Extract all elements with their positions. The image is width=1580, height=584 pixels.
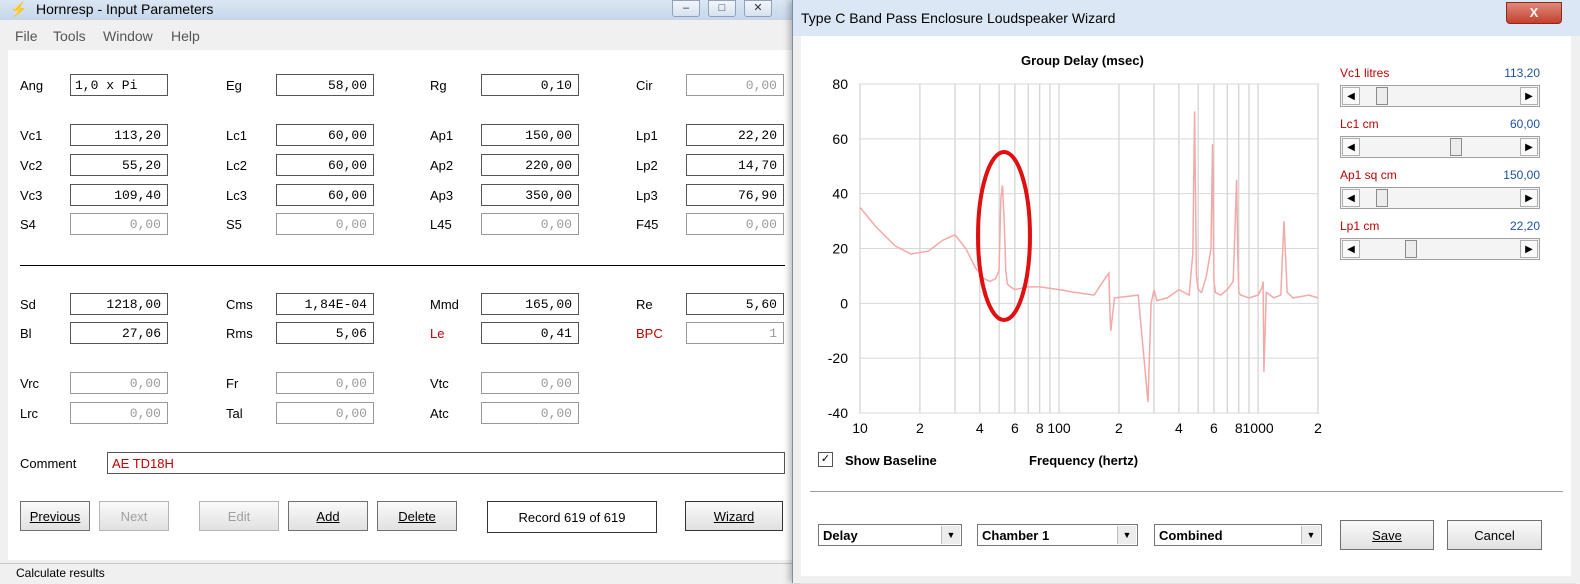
output-type-value: Delay [823, 528, 858, 543]
x-tick-label: 6 [1210, 420, 1218, 436]
slider-thumb[interactable] [1449, 138, 1462, 156]
y-tick-label: 60 [832, 131, 848, 147]
x-tick-label: 8 [1036, 420, 1044, 436]
x-tick-label: 2 [916, 420, 924, 436]
x-axis-label: Frequency (hertz) [1029, 453, 1139, 468]
slider-label-vc1: Vc1 litres [1340, 66, 1390, 80]
y-tick-label: 0 [840, 295, 848, 311]
slider-thumb[interactable] [1405, 240, 1418, 258]
slider-value-lc1: 60,00 [1509, 117, 1540, 131]
scroll-right-icon[interactable]: ▶ [1520, 189, 1538, 207]
slider-thumb[interactable] [1375, 87, 1388, 105]
cancel-button-label: Cancel [1474, 528, 1515, 543]
x-tick-label: 6 [1011, 420, 1019, 436]
x-tick-label: 4 [1175, 420, 1183, 436]
output-type-select[interactable]: Delay ▼ [818, 524, 962, 546]
y-tick-label: -40 [828, 405, 848, 421]
mode-select[interactable]: Combined ▼ [1154, 524, 1322, 546]
chevron-down-icon[interactable]: ▼ [941, 526, 960, 544]
slider-value-lp1: 22,20 [1509, 219, 1540, 233]
slider-label-lc1: Lc1 cm [1340, 117, 1379, 131]
y-tick-label: 40 [832, 186, 848, 202]
chevron-down-icon[interactable]: ▼ [1117, 526, 1136, 544]
scroll-left-icon[interactable]: ◀ [1342, 138, 1360, 156]
x-tick-label: 100 [1047, 420, 1071, 436]
chevron-down-icon[interactable]: ▼ [1301, 526, 1320, 544]
show-baseline-checkbox[interactable]: ✓ [818, 452, 833, 467]
scroll-right-icon[interactable]: ▶ [1520, 87, 1538, 105]
y-tick-label: 80 [832, 76, 848, 92]
slider-vc1[interactable]: ◀ ▶ [1340, 85, 1540, 107]
x-tick-label: 4 [976, 420, 984, 436]
y-tick-label: -20 [828, 350, 848, 366]
chamber-select[interactable]: Chamber 1 ▼ [977, 524, 1138, 546]
chamber-value: Chamber 1 [982, 528, 1050, 543]
save-button[interactable]: Save [1340, 520, 1434, 550]
x-tick-label: 1000 [1243, 420, 1274, 436]
x-tick-label: 10 [852, 420, 868, 436]
x-tick-label: 2 [1314, 420, 1322, 436]
slider-value-ap1: 150,00 [1503, 168, 1540, 182]
wizard-divider [810, 491, 1563, 492]
x-tick-label: 2 [1115, 420, 1123, 436]
scroll-right-icon[interactable]: ▶ [1520, 138, 1538, 156]
y-tick-label: 20 [832, 241, 848, 257]
cancel-button[interactable]: Cancel [1447, 520, 1542, 550]
slider-ap1[interactable]: ◀ ▶ [1340, 187, 1540, 209]
slider-label-lp1: Lp1 cm [1340, 219, 1380, 233]
scroll-left-icon[interactable]: ◀ [1342, 240, 1360, 258]
slider-label-ap1: Ap1 sq cm [1340, 168, 1397, 182]
mode-value: Combined [1159, 528, 1223, 543]
scroll-left-icon[interactable]: ◀ [1342, 87, 1360, 105]
slider-thumb[interactable] [1375, 189, 1388, 207]
slider-lc1[interactable]: ◀ ▶ [1340, 136, 1540, 158]
slider-lp1[interactable]: ◀ ▶ [1340, 238, 1540, 260]
save-button-label: Save [1372, 528, 1402, 543]
show-baseline-label: Show Baseline [845, 453, 937, 468]
slider-value-vc1: 113,20 [1504, 66, 1540, 80]
scroll-right-icon[interactable]: ▶ [1520, 240, 1538, 258]
scroll-left-icon[interactable]: ◀ [1342, 189, 1360, 207]
